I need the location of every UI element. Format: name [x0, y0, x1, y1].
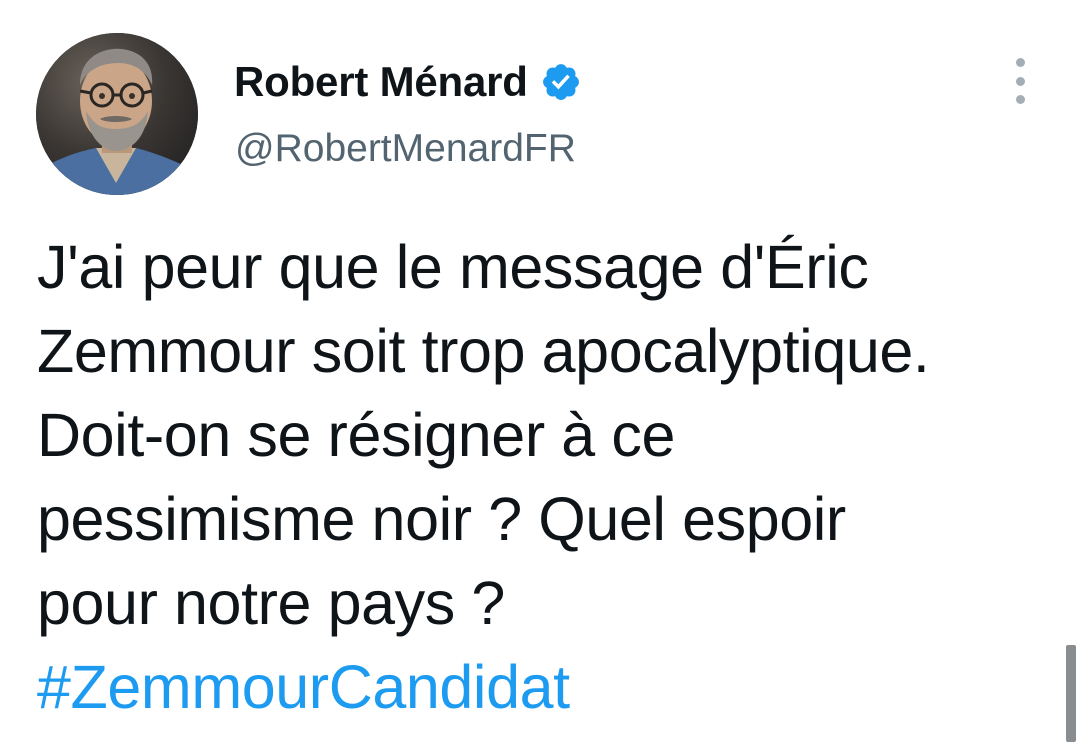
avatar[interactable]: [36, 33, 198, 195]
scrollbar-thumb[interactable]: [1066, 645, 1076, 742]
author-handle[interactable]: @RobertMenardFR: [235, 127, 576, 171]
more-dot: [1015, 58, 1025, 67]
hashtag-link[interactable]: #ZemmourCandidat: [37, 645, 1057, 729]
tweet: Robert Ménard @RobertMenardFR J'ai peur …: [0, 0, 1080, 742]
tweet-text-line: Zemmour soit trop apocalyptique.: [37, 317, 930, 385]
more-dot: [1015, 76, 1025, 86]
tweet-text-line: pessimisme noir ? Quel espoir: [37, 485, 846, 553]
tweet-text-line: J'ai peur que le message d'Éric: [37, 233, 869, 301]
tweet-text-line: Doit-on se résigner à ce: [37, 401, 675, 469]
author-name-row: Robert Ménard: [234, 57, 582, 107]
author-display-name[interactable]: Robert Ménard: [234, 58, 528, 106]
more-options-icon[interactable]: [1000, 58, 1040, 104]
verified-badge-icon: [540, 61, 582, 103]
tweet-text-line: pour notre pays ?: [37, 569, 505, 637]
more-dot: [1015, 95, 1025, 104]
avatar-photo: [36, 33, 198, 195]
tweet-text: J'ai peur que le message d'Éric Zemmour …: [37, 225, 1057, 729]
